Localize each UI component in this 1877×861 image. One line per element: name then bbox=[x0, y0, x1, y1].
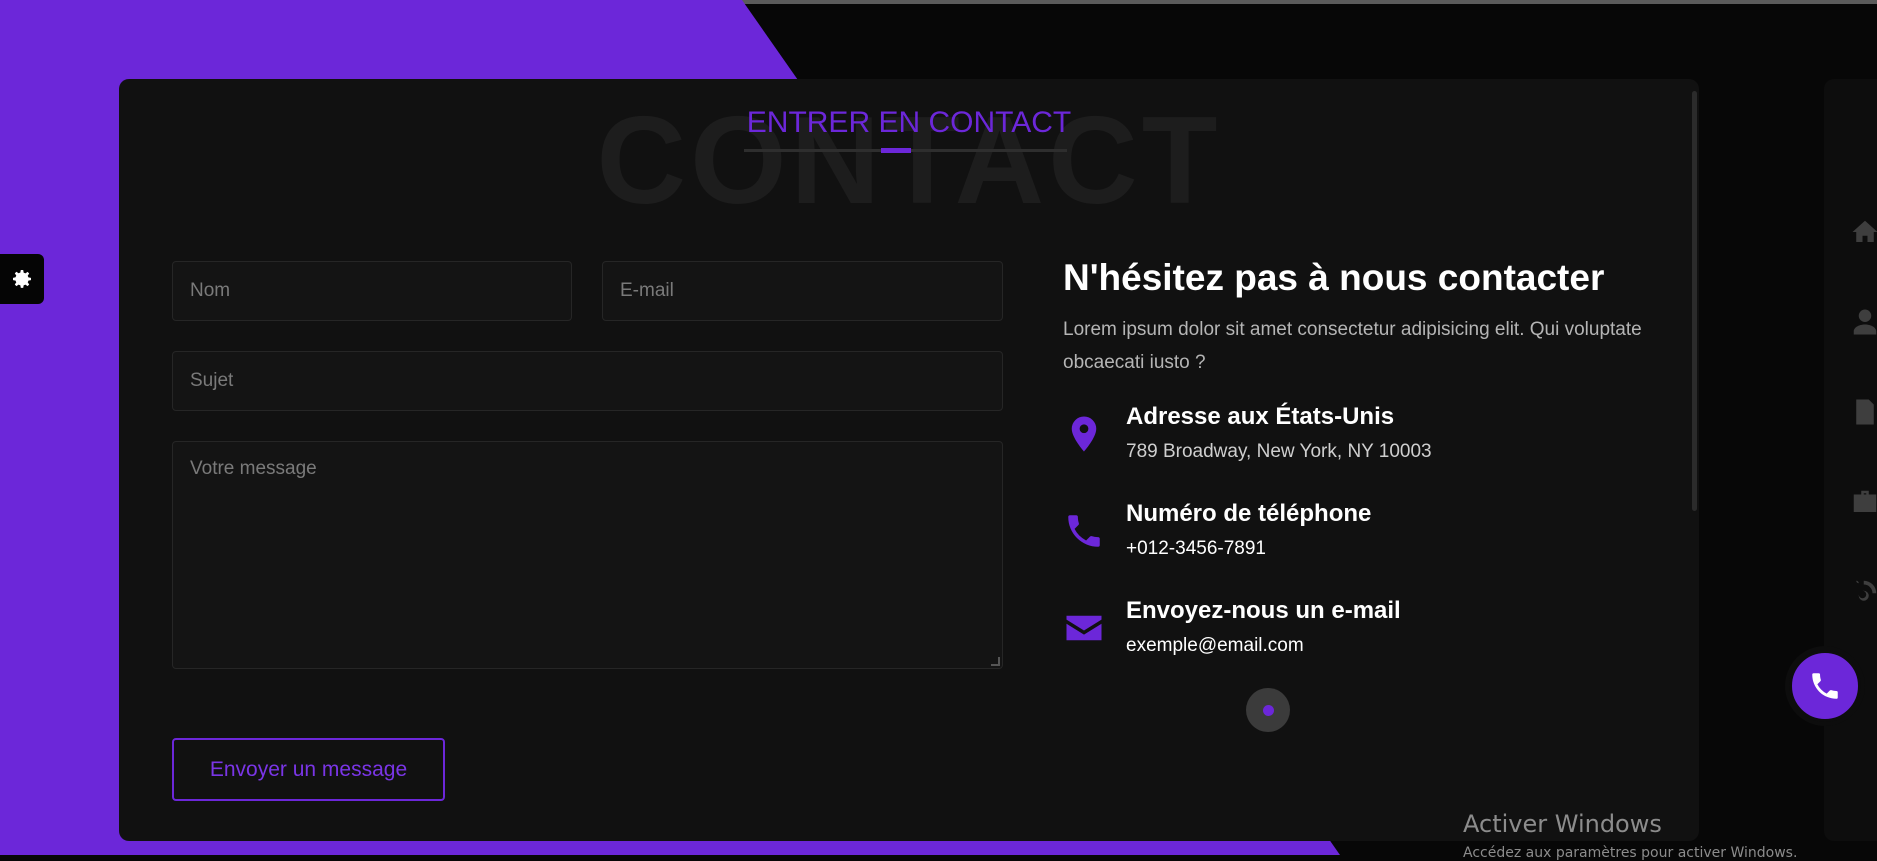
email-value: exemple@email.com bbox=[1126, 635, 1304, 656]
title-underline-accent bbox=[881, 148, 911, 153]
address-value: 789 Broadway, New York, NY 10003 bbox=[1126, 441, 1432, 462]
document-icon[interactable] bbox=[1850, 395, 1877, 429]
call-button[interactable] bbox=[1789, 650, 1861, 722]
phone-icon bbox=[1812, 673, 1838, 699]
message-placeholder: Votre message bbox=[190, 458, 317, 479]
settings-toggle[interactable] bbox=[0, 254, 44, 304]
section-title-wrap: ENTRER EN CONTACT bbox=[119, 106, 1699, 140]
phone-title: Numéro de téléphone bbox=[1126, 500, 1372, 527]
email-placeholder: E-mail bbox=[620, 280, 674, 301]
phone-value: +012-3456-7891 bbox=[1126, 538, 1266, 559]
gear-icon bbox=[13, 270, 31, 288]
textarea-resize-handle[interactable] bbox=[991, 657, 1000, 666]
section-title: ENTRER EN CONTACT bbox=[746, 106, 1072, 139]
subject-placeholder: Sujet bbox=[190, 370, 234, 391]
side-navigation bbox=[1824, 79, 1877, 841]
message-textarea[interactable]: Votre message bbox=[172, 441, 1003, 669]
send-message-button[interactable]: Envoyer un message bbox=[172, 738, 445, 801]
info-text: Lorem ipsum dolor sit amet consectetur a… bbox=[1063, 319, 1642, 373]
windows-activation-title: Activer Windows bbox=[1463, 810, 1662, 838]
slider-indicator[interactable] bbox=[1246, 688, 1290, 732]
address-title: Adresse aux États-Unis bbox=[1126, 403, 1395, 430]
info-heading: N'hésitez pas à nous contacter bbox=[1063, 257, 1605, 298]
windows-activation-subtitle: Accédez aux paramètres pour activer Wind… bbox=[1463, 845, 1798, 861]
briefcase-icon[interactable] bbox=[1850, 485, 1877, 519]
name-placeholder: Nom bbox=[190, 280, 231, 301]
user-icon[interactable] bbox=[1850, 305, 1877, 339]
home-icon[interactable] bbox=[1850, 215, 1877, 249]
email-title: Envoyez-nous un e-mail bbox=[1126, 597, 1401, 624]
phone-icon bbox=[1068, 515, 1100, 547]
envelope-icon bbox=[1066, 615, 1102, 641]
blog-icon[interactable] bbox=[1850, 575, 1877, 609]
subject-input[interactable]: Sujet bbox=[172, 351, 1003, 411]
email-input[interactable]: E-mail bbox=[602, 261, 1003, 321]
contact-card: CONTACT ENTRER EN CONTACT Nom E-mail Suj… bbox=[119, 79, 1699, 841]
map-marker-icon bbox=[1071, 416, 1097, 452]
name-input[interactable]: Nom bbox=[172, 261, 572, 321]
